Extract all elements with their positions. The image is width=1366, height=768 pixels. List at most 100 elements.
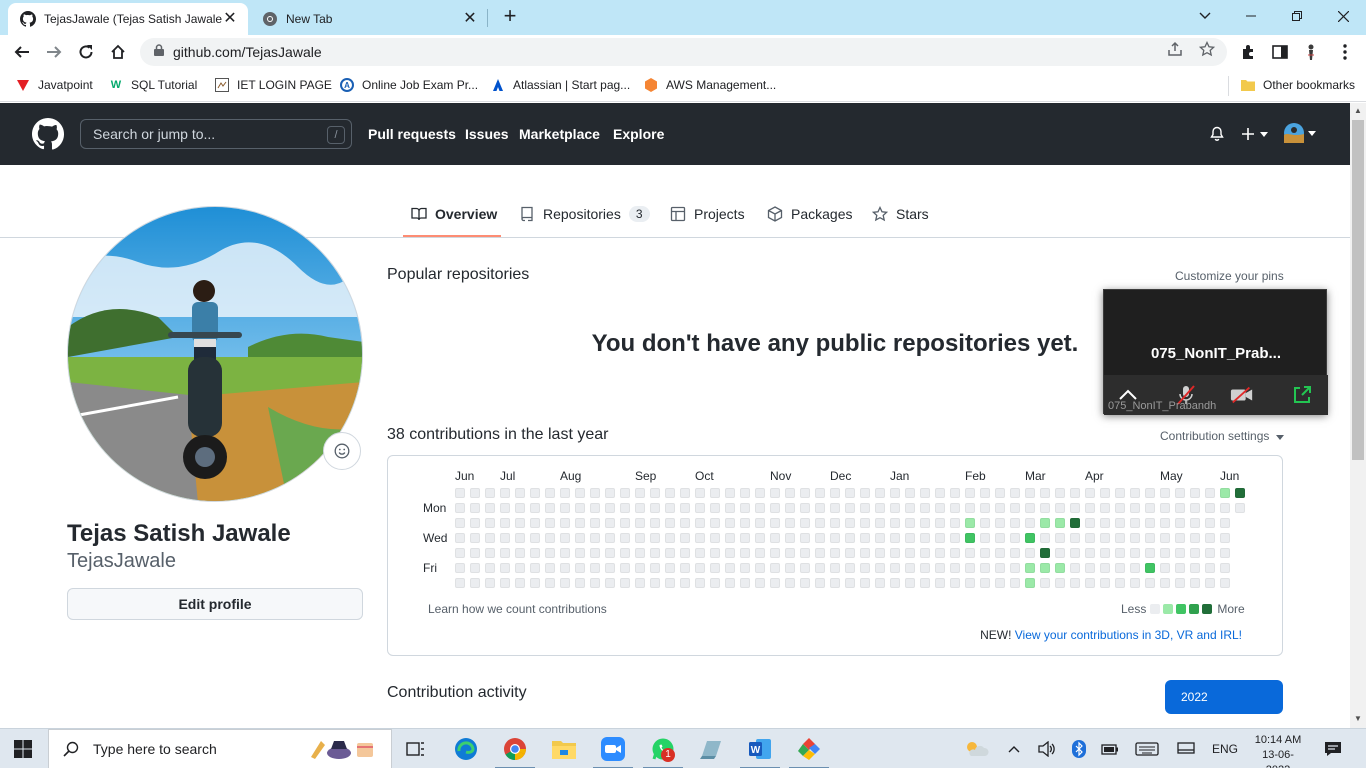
contribution-day[interactable] [785,563,795,573]
contribution-day[interactable] [1130,578,1140,588]
contribution-day[interactable] [1115,548,1125,558]
contribution-day[interactable] [890,548,900,558]
contribution-day[interactable] [845,518,855,528]
contribution-day[interactable] [905,533,915,543]
contribution-day[interactable] [470,533,480,543]
contribution-day[interactable] [965,548,975,558]
contribution-day[interactable] [965,563,975,573]
bookmark-star-icon[interactable] [1199,41,1215,57]
contribution-day[interactable] [725,578,735,588]
nav-pull-requests[interactable]: Pull requests [368,126,456,142]
contribution-day[interactable] [905,503,915,513]
contribution-day[interactable] [545,488,555,498]
contribution-day[interactable] [680,503,690,513]
contribution-day[interactable] [575,563,585,573]
bookmark-atlassian[interactable]: Atlassian | Start pag... [490,76,630,94]
contribution-day[interactable] [695,548,705,558]
display-icon[interactable] [1177,740,1195,758]
contribution-day[interactable] [485,503,495,513]
contribution-day[interactable] [665,503,675,513]
contribution-day[interactable] [920,488,930,498]
contribution-day[interactable] [500,533,510,543]
contribution-day[interactable] [875,488,885,498]
contribution-day[interactable] [650,578,660,588]
contribution-day[interactable] [1205,548,1215,558]
contribution-day[interactable] [1085,488,1095,498]
contribution-day[interactable] [1115,518,1125,528]
contribution-day[interactable] [1025,488,1035,498]
contribution-day[interactable] [590,518,600,528]
contribution-day[interactable] [1205,503,1215,513]
contribution-day[interactable] [605,518,615,528]
contribution-day[interactable] [530,578,540,588]
contribution-day[interactable] [755,503,765,513]
contribution-day[interactable] [1130,503,1140,513]
contribution-day[interactable] [740,563,750,573]
contribution-day[interactable] [860,503,870,513]
contribution-day[interactable] [740,578,750,588]
contribution-day[interactable] [1220,503,1230,513]
contribution-day[interactable] [1040,578,1050,588]
contribution-day[interactable] [1025,518,1035,528]
contribution-day[interactable] [650,548,660,558]
contribution-day[interactable] [530,548,540,558]
contribution-day[interactable] [500,488,510,498]
contribution-day[interactable] [665,548,675,558]
contribution-day[interactable] [665,563,675,573]
contribution-day[interactable] [545,578,555,588]
contribution-day[interactable] [500,578,510,588]
contribution-day[interactable] [680,563,690,573]
contribution-day[interactable] [980,518,990,528]
extensions-icon[interactable] [1239,43,1257,61]
bookmark-online-job-exam[interactable]: A Online Job Exam Pr... [339,76,478,94]
contribution-day[interactable] [1145,578,1155,588]
contribution-day[interactable] [1100,563,1110,573]
keyboard-icon[interactable] [1135,740,1159,758]
contribution-day[interactable] [695,533,705,543]
contribution-day[interactable] [635,488,645,498]
contribution-day[interactable] [1220,488,1230,498]
contribution-day[interactable] [830,503,840,513]
contribution-day[interactable] [995,563,1005,573]
contribution-day[interactable] [755,578,765,588]
contribution-day[interactable] [815,548,825,558]
contribution-day[interactable] [1175,518,1185,528]
contribution-day[interactable] [890,578,900,588]
contribution-day[interactable] [680,548,690,558]
contribution-day[interactable] [635,578,645,588]
contribution-day[interactable] [1040,533,1050,543]
contribution-day[interactable] [905,488,915,498]
contribution-day[interactable] [800,548,810,558]
contribution-day[interactable] [995,488,1005,498]
contribution-day[interactable] [1175,503,1185,513]
side-panel-icon[interactable] [1271,43,1289,61]
tab-stars[interactable]: Stars [872,204,929,224]
tab-repositories[interactable]: Repositories 3 [519,204,650,224]
contribution-day[interactable] [830,548,840,558]
contribution-day[interactable] [755,548,765,558]
contribution-day[interactable] [1130,563,1140,573]
contribution-day[interactable] [815,503,825,513]
contribution-day[interactable] [560,578,570,588]
contribution-day[interactable] [545,548,555,558]
bookmark-iet-login[interactable]: IET LOGIN PAGE [214,76,332,94]
contribution-day[interactable] [740,548,750,558]
tab-new-tab[interactable]: New Tab ✕ [250,3,488,35]
contribution-day[interactable] [605,563,615,573]
contribution-day[interactable] [560,548,570,558]
contribution-day[interactable] [1220,533,1230,543]
contribution-day[interactable] [1160,518,1170,528]
contribution-day[interactable] [560,563,570,573]
contribution-day[interactable] [1010,518,1020,528]
contribution-day[interactable] [1115,563,1125,573]
contribution-day[interactable] [860,578,870,588]
contribution-day[interactable] [620,488,630,498]
contribution-day[interactable] [1055,503,1065,513]
contribution-day[interactable] [1160,563,1170,573]
contribution-day[interactable] [1085,533,1095,543]
contribution-day[interactable] [695,503,705,513]
contribution-day[interactable] [470,518,480,528]
contribution-day[interactable] [860,518,870,528]
contribution-day[interactable] [860,563,870,573]
contribution-day[interactable] [740,518,750,528]
